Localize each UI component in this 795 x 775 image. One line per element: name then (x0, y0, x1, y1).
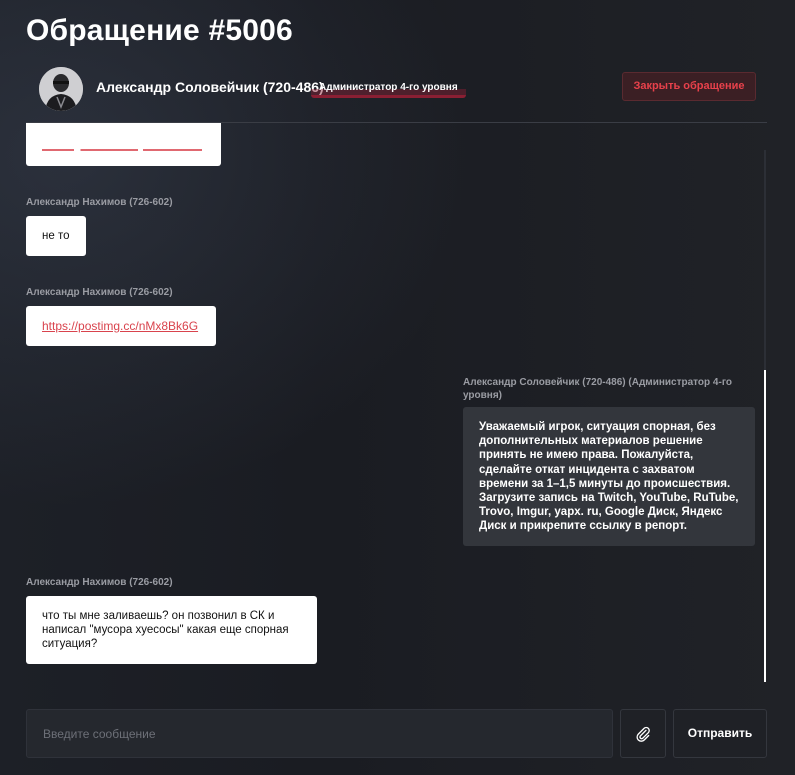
avatar (39, 67, 83, 111)
message-input[interactable] (27, 710, 612, 757)
message-text: Уважаемый игрок, ситуация спорная, без д… (479, 421, 739, 533)
message-bubble: https://postimg.cc/nMx8Bk6G (26, 306, 216, 346)
admin-message-bubble: Уважаемый игрок, ситуация спорная, без д… (463, 407, 755, 546)
chat-history[interactable]: Александр Нахимов (726-602) не то Алекса… (26, 123, 767, 693)
message-author: Александр Нахимов (726-602) (26, 577, 173, 588)
paperclip-icon (636, 726, 650, 742)
role-badge: Администратор 4-го уровня (311, 80, 466, 98)
message-link[interactable]: https://postimg.cc/nMx8Bk6G (42, 319, 198, 333)
message-author: Александр Нахимов (726-602) (26, 287, 173, 298)
chat-scrollbar-thumb[interactable] (764, 370, 766, 682)
message-author: Александр Нахимов (726-602) (26, 197, 173, 208)
message-input-box[interactable] (26, 709, 613, 758)
user-name: Александр Соловейчик (720-486) (96, 79, 324, 95)
ticket-header: Александр Соловейчик (720-486) Администр… (26, 62, 767, 123)
message-bubble-partial (26, 123, 221, 166)
attach-button[interactable] (620, 709, 666, 758)
message-text: не то (42, 230, 70, 242)
message-author: Александр Соловейчик (720-486) (Админист… (463, 377, 732, 401)
partial-link-line (42, 149, 202, 151)
message-bubble: не то (26, 216, 86, 256)
close-ticket-button[interactable]: Закрыть обращение (622, 72, 756, 101)
message-bubble: что ты мне заливаешь? он позвонил в СК и… (26, 596, 317, 664)
avatar-image (39, 67, 83, 111)
send-button[interactable]: Отправить (673, 709, 767, 758)
page-title: Обращение #5006 (26, 14, 293, 47)
message-text: что ты мне заливаешь? он позвонил в СК и… (42, 610, 289, 650)
